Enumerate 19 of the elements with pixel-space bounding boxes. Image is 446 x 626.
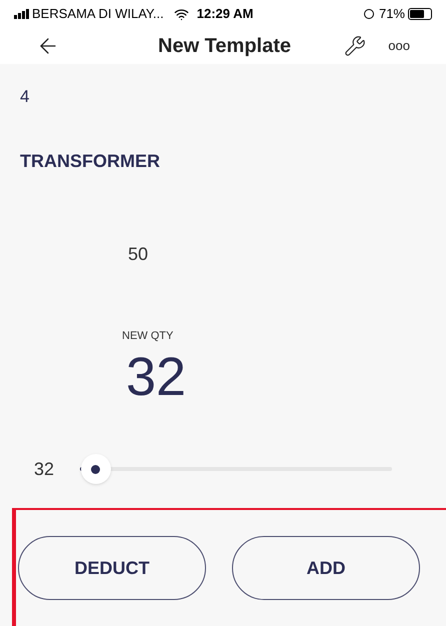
new-qty-label: NEW QTY — [122, 328, 174, 344]
status-time: 12:29 AM — [196, 5, 254, 24]
new-quantity: 32 — [126, 350, 186, 404]
item-name: TRANSFORMER — [20, 150, 160, 172]
item-number: 4 — [20, 86, 30, 108]
page-title: New Template — [158, 34, 291, 59]
carrier-name: BERSAMA DI WILAY... — [32, 5, 164, 24]
add-button[interactable]: ADD — [232, 536, 420, 600]
battery-percent: 71% — [378, 5, 405, 24]
current-quantity: 50 — [128, 242, 148, 266]
slider-reading: 32 — [34, 458, 56, 480]
wrench-icon[interactable] — [344, 35, 366, 57]
slider-track[interactable] — [80, 454, 392, 484]
deduct-button[interactable]: DEDUCT — [18, 536, 206, 600]
wifi-icon — [174, 6, 189, 22]
signal-icon — [14, 9, 29, 19]
battery-icon — [408, 8, 432, 20]
more-menu[interactable]: ooo — [388, 36, 410, 56]
slider-thumb[interactable] — [80, 454, 111, 484]
